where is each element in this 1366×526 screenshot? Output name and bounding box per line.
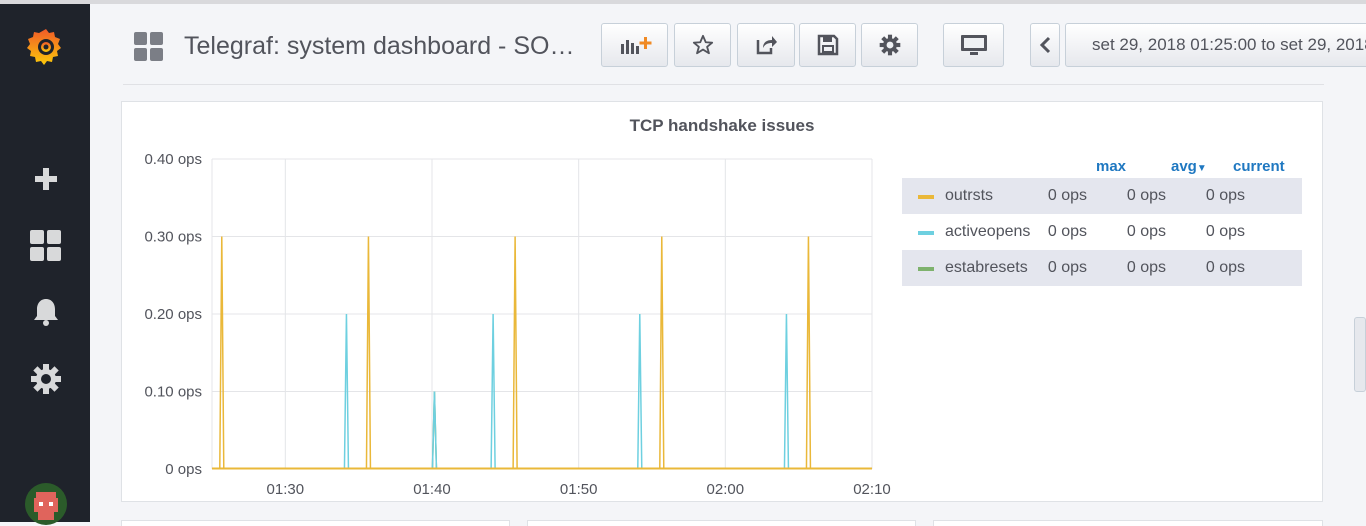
legend-value-current: 0 ops <box>1205 187 1245 204</box>
y-tick-label: 0.40 ops <box>144 151 202 168</box>
x-tick-label: 02:10 <box>853 481 891 498</box>
y-tick-label: 0.30 ops <box>144 229 202 246</box>
legend-swatch[interactable] <box>918 267 934 271</box>
bell-icon[interactable] <box>26 292 66 332</box>
legend-value-max: 0 ops <box>1047 187 1087 204</box>
time-range-picker[interactable]: set 29, 2018 01:25:00 to set 29, 2018 02… <box>1065 23 1366 67</box>
legend-value-current: 0 ops <box>1205 223 1245 240</box>
next-panel-1 <box>121 520 510 526</box>
share-button[interactable] <box>737 23 795 67</box>
legend-swatch[interactable] <box>918 195 934 199</box>
add-panel-button[interactable] <box>601 23 668 67</box>
legend-row-outrsts[interactable]: outrsts 0 ops 0 ops 0 ops <box>902 178 1302 214</box>
plus-icon[interactable] <box>26 159 66 199</box>
series-spike-outrsts[interactable] <box>512 236 518 470</box>
cycle-view-mode-button[interactable] <box>943 23 1004 67</box>
y-tick-label: 0.10 ops <box>144 384 202 401</box>
legend-row-estabresets[interactable]: estabresets 0 ops 0 ops 0 ops <box>902 250 1302 286</box>
legend-value-avg: 0 ops <box>1126 223 1166 240</box>
legend-row-activeopens[interactable]: activeopens 0 ops 0 ops 0 ops <box>902 214 1302 250</box>
gear-icon <box>879 34 900 56</box>
series-spike-activeopens[interactable] <box>431 391 438 470</box>
legend-value-max: 0 ops <box>1047 259 1087 276</box>
add-panel-icon <box>620 37 651 54</box>
legend-value-current: 0 ops <box>1205 259 1245 276</box>
series-spike-outrsts[interactable] <box>365 236 372 470</box>
y-tick-label: 0 ops <box>165 461 202 478</box>
legend-value-max: 0 ops <box>1047 223 1087 240</box>
legend-header-current[interactable]: current <box>1233 158 1285 175</box>
legend-value-avg: 0 ops <box>1126 259 1166 276</box>
x-tick-label: 01:30 <box>267 481 305 498</box>
legend-series-name[interactable]: outrsts <box>945 187 993 205</box>
dashboards-icon[interactable] <box>26 226 66 266</box>
legend-header-avg[interactable]: avg▼ <box>1171 158 1207 175</box>
graph-canvas[interactable]: 0.40 ops 0.30 ops 0.20 ops 0.10 ops 0 ops 01:… <box>122 102 902 502</box>
save-icon <box>817 34 838 56</box>
legend-header-max[interactable]: max <box>1096 158 1126 175</box>
y-tick-label: 0.20 ops <box>144 306 202 323</box>
x-tick-label: 02:00 <box>707 481 745 498</box>
x-tick-label: 01:50 <box>560 481 598 498</box>
x-tick-label: 01:40 <box>413 481 451 498</box>
navbar-divider <box>123 84 1324 85</box>
star-icon <box>692 34 713 55</box>
main-area: Telegraf: system dashboard - SO… set 29,… <box>90 4 1366 526</box>
graph-panel[interactable]: TCP handshake issues 0.40 ops 0.30 ops 0.2… <box>121 101 1323 502</box>
dashboard-grid-icon[interactable] <box>134 32 164 62</box>
time-range-label: set 29, 2018 01:25:00 to set 29, 2018 02… <box>1092 35 1366 54</box>
avatar[interactable] <box>24 482 68 526</box>
series-spike-outrsts[interactable] <box>659 236 665 470</box>
next-panel-2 <box>527 520 916 526</box>
share-icon <box>756 36 777 55</box>
dashboard-navbar: Telegraf: system dashboard - SO… set 29,… <box>90 4 1366 86</box>
next-panel-3 <box>933 520 1323 526</box>
time-back-button[interactable] <box>1030 23 1060 67</box>
series-spike-outrsts[interactable] <box>805 236 812 470</box>
save-button[interactable] <box>799 23 856 67</box>
legend-series-name[interactable]: estabresets <box>945 259 1028 277</box>
series-spike-outrsts[interactable] <box>219 236 225 470</box>
tv-icon <box>960 35 987 55</box>
scrollbar-thumb[interactable] <box>1354 317 1366 392</box>
star-button[interactable] <box>674 23 731 67</box>
sidebar <box>0 4 90 525</box>
legend-header: max avg▼ current <box>902 152 1302 178</box>
settings-button[interactable] <box>861 23 918 67</box>
chevron-left-icon <box>1039 36 1051 54</box>
gear-icon[interactable] <box>26 359 66 399</box>
grafana-logo-icon[interactable] <box>26 26 66 66</box>
legend-value-avg: 0 ops <box>1126 187 1166 204</box>
legend-table: max avg▼ current outrsts 0 ops 0 ops 0 ops a… <box>902 152 1302 286</box>
legend-swatch[interactable] <box>918 231 934 235</box>
dashboard-title[interactable]: Telegraf: system dashboard - SO… <box>184 32 594 61</box>
